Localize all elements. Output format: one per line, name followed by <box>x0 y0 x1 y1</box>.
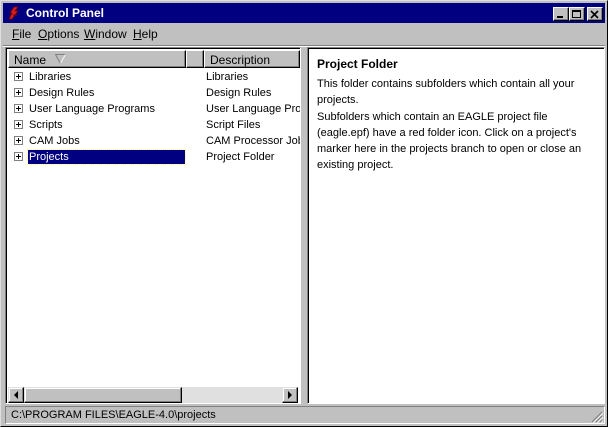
expand-icon[interactable] <box>14 88 23 97</box>
tree-row-description: Script Files <box>206 119 261 131</box>
close-button[interactable] <box>587 7 603 21</box>
tree-view[interactable]: Name Description Libraries Libraries Des… <box>5 47 301 404</box>
menu-window-rest: indow <box>95 27 127 41</box>
column-header-spacer[interactable] <box>186 50 204 68</box>
menu-bar: File Options Window Help <box>3 24 605 44</box>
arrow-left-icon <box>14 391 18 399</box>
tree-row-description: Project Folder <box>206 151 275 163</box>
control-panel-window: Control Panel File Options Window Help N… <box>0 0 608 427</box>
scroll-right-button[interactable] <box>282 387 298 403</box>
status-bar: C:\PROGRAM FILES\EAGLE-4.0\projects <box>5 406 605 425</box>
tree-row-scripts[interactable]: Scripts Script Files <box>8 117 298 133</box>
tree-row-description: User Language Prog <box>206 103 301 115</box>
resize-grip-icon[interactable] <box>591 411 603 423</box>
status-path: C:\PROGRAM FILES\EAGLE-4.0\projects <box>5 406 605 424</box>
window-title: Control Panel <box>26 6 105 20</box>
maximize-icon <box>572 10 581 18</box>
tree-row-cam-jobs[interactable]: CAM Jobs CAM Processor Job <box>8 133 301 149</box>
info-title: Project Folder <box>317 57 398 71</box>
minimize-icon <box>557 16 563 18</box>
horizontal-scrollbar[interactable] <box>8 387 298 403</box>
info-paragraph: Subfolders which contain an EAGLE projec… <box>317 111 582 171</box>
menu-help[interactable]: Help <box>133 27 158 41</box>
menu-file[interactable]: File <box>12 27 31 41</box>
arrow-right-icon <box>288 391 292 399</box>
tree-row-description: CAM Processor Job <box>206 135 301 147</box>
tree-row-name[interactable]: Design Rules <box>28 86 95 100</box>
menu-options-rest: ptions <box>47 27 80 41</box>
tree-row-name[interactable]: Libraries <box>28 70 72 84</box>
tree-row-name[interactable]: User Language Programs <box>28 102 156 116</box>
expand-icon[interactable] <box>14 136 23 145</box>
tree-row-projects[interactable]: Projects Project Folder <box>8 149 298 165</box>
tree-row-description: Design Rules <box>206 87 272 99</box>
menu-help-rest: elp <box>141 27 158 41</box>
menu-window[interactable]: Window <box>84 27 127 41</box>
column-header-name[interactable]: Name <box>8 50 186 68</box>
tree-row-user-language-programs[interactable]: User Language Programs User Language Pro… <box>8 101 301 117</box>
tree-row-description: Libraries <box>206 71 249 83</box>
tree-row-name[interactable]: CAM Jobs <box>28 134 81 148</box>
info-paragraph: This folder contains subfolders which co… <box>317 78 575 106</box>
expand-icon[interactable] <box>14 152 23 161</box>
close-icon <box>590 10 599 19</box>
scroll-left-button[interactable] <box>8 387 24 403</box>
menu-file-rest: ile <box>19 27 32 41</box>
column-header-description[interactable]: Description <box>204 50 300 68</box>
expand-icon[interactable] <box>14 120 23 129</box>
tree-row-name[interactable]: Scripts <box>28 118 64 132</box>
minimize-button[interactable] <box>553 7 569 21</box>
eagle-icon <box>8 6 19 20</box>
menu-options[interactable]: Options <box>38 27 79 41</box>
tree-row-design-rules[interactable]: Design Rules Design Rules <box>8 85 298 101</box>
maximize-button[interactable] <box>569 7 585 21</box>
title-bar[interactable]: Control Panel <box>3 3 605 23</box>
scrollbar-thumb[interactable] <box>24 387 182 403</box>
sort-descending-icon <box>55 54 66 64</box>
expand-icon[interactable] <box>14 104 23 113</box>
info-pane: Project Folder This folder contains subf… <box>307 47 605 404</box>
tree-row-name-selected[interactable]: Projects <box>27 149 186 165</box>
tree-row-libraries[interactable]: Libraries Libraries <box>8 69 298 85</box>
expand-icon[interactable] <box>14 72 23 81</box>
